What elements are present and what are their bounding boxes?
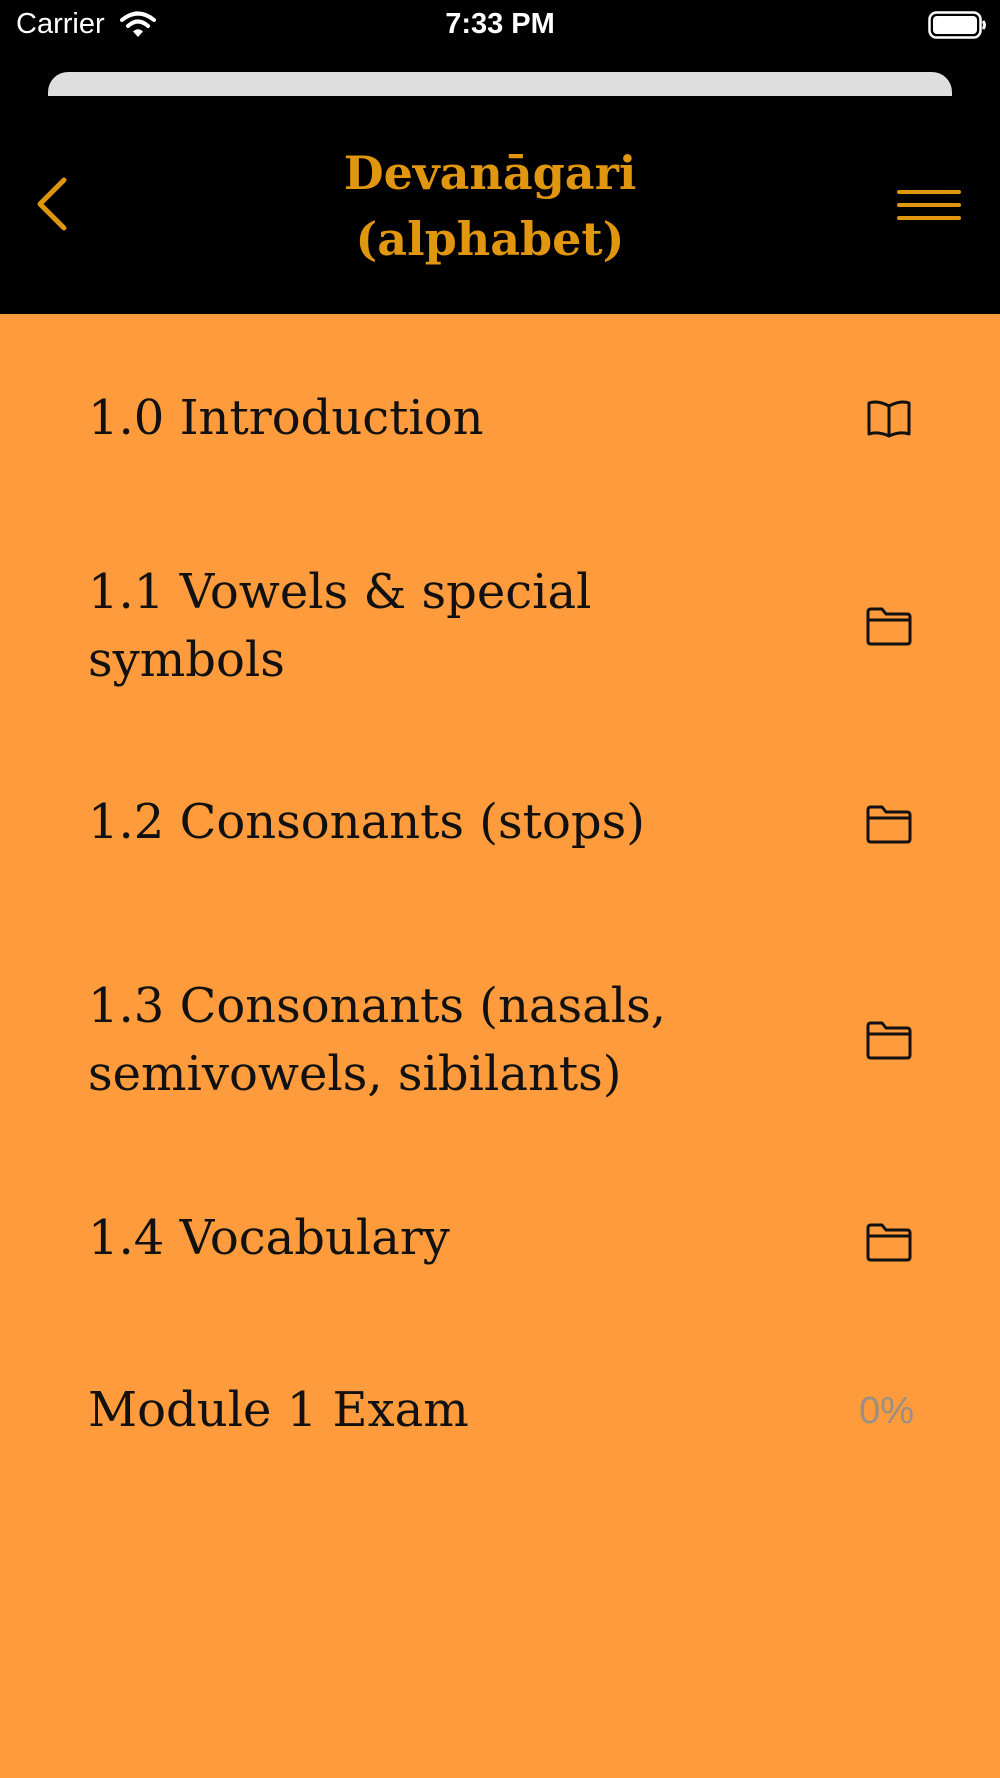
list-item-vocabulary[interactable]: 1.4 Vocabulary	[0, 1200, 1000, 1360]
module-list: 1.0 Introduction 1.1 Vowels & special sy…	[0, 314, 1000, 1778]
list-item-label: 1.0 Introduction	[88, 384, 788, 452]
sheet-grabber	[48, 72, 952, 96]
book-icon	[867, 400, 911, 438]
list-item-label: 1.4 Vocabulary	[88, 1204, 788, 1272]
folder-icon	[866, 1223, 912, 1262]
list-item-label-line2: semivowels, sibilants)	[88, 1046, 622, 1102]
folder-icon	[866, 607, 912, 646]
clock: 7:33 PM	[445, 8, 555, 40]
list-item-label-line1: 1.4 Vocabulary	[88, 1210, 450, 1266]
exam-label: Module 1 Exam	[88, 1382, 469, 1438]
list-item-label: 1.1 Vowels & special symbols	[88, 558, 788, 694]
folder-icon	[866, 805, 912, 844]
page-title-line2: (alphabet)	[355, 212, 625, 266]
list-item-vowels[interactable]: 1.1 Vowels & special symbols	[0, 554, 1000, 754]
page-title-line1: Devanāgari	[343, 146, 637, 200]
page-title: Devanāgari (alphabet)	[240, 140, 740, 272]
list-item-module-exam[interactable]: Module 1 Exam 0%	[0, 1372, 1000, 1512]
list-item-label-line1: 1.2 Consonants (stops)	[88, 794, 645, 850]
screen: Carrier 7:33 PM Devanāgari (alphabet) 1.…	[0, 0, 1000, 1778]
list-item-introduction[interactable]: 1.0 Introduction	[0, 374, 1000, 544]
list-item-label-line1: 1.1 Vowels & special	[88, 564, 592, 620]
nav-header: Devanāgari (alphabet)	[0, 96, 1000, 314]
chevron-left-icon[interactable]	[26, 174, 82, 234]
hamburger-menu-icon[interactable]	[896, 186, 962, 226]
list-item-label-line1: 1.3 Consonants (nasals,	[88, 978, 667, 1034]
battery-icon	[928, 11, 986, 39]
list-item-label: 1.2 Consonants (stops)	[88, 788, 788, 856]
folder-icon	[866, 1021, 912, 1060]
list-item-label: 1.3 Consonants (nasals, semivowels, sibi…	[88, 972, 788, 1108]
exam-progress: 0%	[859, 1390, 914, 1432]
list-item-consonants-stops[interactable]: 1.2 Consonants (stops)	[0, 784, 1000, 944]
list-item-label-line2: symbols	[88, 632, 285, 688]
list-item-consonants-nasals[interactable]: 1.3 Consonants (nasals, semivowels, sibi…	[0, 968, 1000, 1168]
status-bar: Carrier 7:33 PM	[0, 0, 1000, 50]
list-item-label-line1: 1.0 Introduction	[88, 390, 484, 446]
